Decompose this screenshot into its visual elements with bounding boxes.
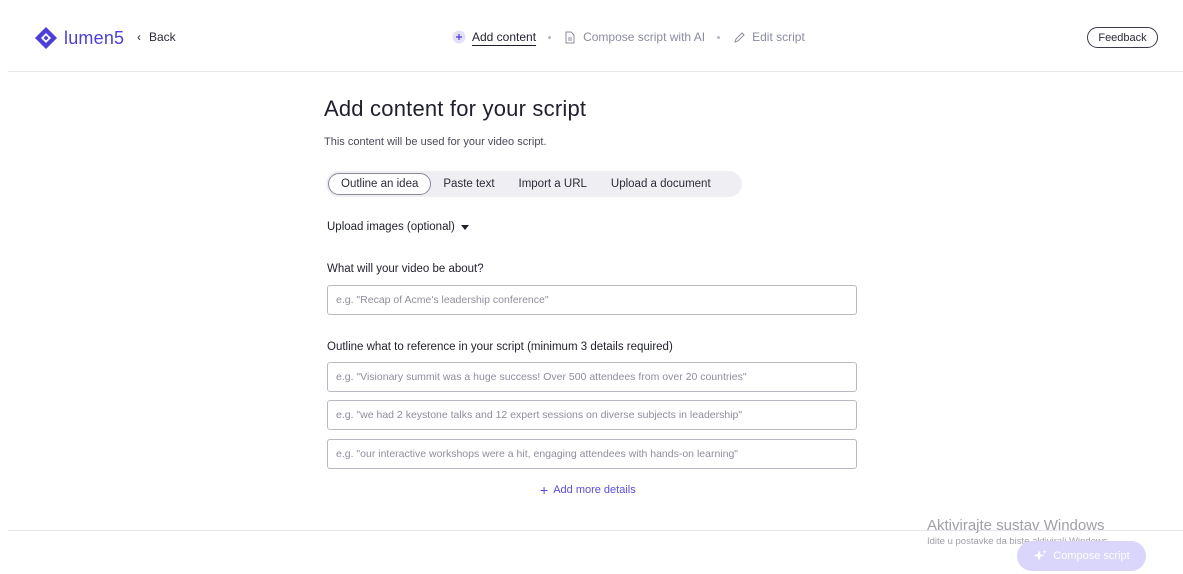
outline-detail-input-3[interactable] xyxy=(327,439,857,469)
back-label: Back xyxy=(149,30,176,44)
upload-images-toggle[interactable]: Upload images (optional) xyxy=(327,221,469,233)
lumen5-logo-icon xyxy=(35,27,57,49)
step-add-content[interactable]: Add content xyxy=(452,30,536,44)
caret-down-icon xyxy=(460,225,469,230)
watermark-title: Aktivirajte sustav Windows xyxy=(927,517,1105,534)
content-source-tabs: Outline an idea Paste text Import a URL … xyxy=(326,171,742,197)
tab-import-url[interactable]: Import a URL xyxy=(507,173,599,195)
pencil-icon xyxy=(732,30,746,44)
about-label: What will your video be about? xyxy=(327,263,484,275)
plus-circle-icon xyxy=(452,30,466,44)
add-more-details-button[interactable]: + Add more details xyxy=(540,481,636,498)
about-input[interactable] xyxy=(327,285,857,315)
outline-detail-input-2[interactable] xyxy=(327,400,857,430)
compose-script-button[interactable]: Compose script xyxy=(1017,541,1146,571)
tab-paste-text[interactable]: Paste text xyxy=(431,173,506,195)
logo[interactable]: lumen5 xyxy=(34,26,124,50)
upload-images-label: Upload images (optional) xyxy=(327,221,455,233)
sparkle-icon xyxy=(1033,549,1048,561)
step-separator xyxy=(717,35,721,39)
step-indicator: Add content Compose script with AI Edit … xyxy=(452,30,805,44)
outline-detail-input-1[interactable] xyxy=(327,362,857,392)
chevron-left-icon: ‹ xyxy=(137,30,141,44)
tab-outline-idea[interactable]: Outline an idea xyxy=(328,173,432,195)
compose-script-label: Compose script xyxy=(1053,550,1130,562)
page-subtitle: This content will be used for your video… xyxy=(324,136,547,148)
footer-divider xyxy=(8,530,1183,531)
step-edit-script[interactable]: Edit script xyxy=(732,30,805,44)
step-label: Add content xyxy=(472,30,537,44)
page-title: Add content for your script xyxy=(324,96,587,121)
step-label: Compose script with AI xyxy=(583,30,706,44)
step-label: Edit script xyxy=(752,30,805,44)
document-icon xyxy=(563,30,577,44)
main-content: Add content for your script This content… xyxy=(324,96,864,497)
step-compose-script[interactable]: Compose script with AI xyxy=(563,30,705,44)
header-divider xyxy=(8,71,1183,72)
back-button[interactable]: ‹ Back xyxy=(137,30,176,44)
add-more-label: Add more details xyxy=(553,484,636,496)
logo-text: lumen5 xyxy=(64,27,125,48)
top-bar: lumen5 ‹ Back Add content Compose script… xyxy=(0,0,1183,72)
step-separator xyxy=(548,35,552,39)
feedback-button[interactable]: Feedback xyxy=(1087,27,1158,48)
plus-icon: + xyxy=(540,481,549,498)
tab-upload-document[interactable]: Upload a document xyxy=(599,173,723,195)
outline-label: Outline what to reference in your script… xyxy=(327,341,673,353)
